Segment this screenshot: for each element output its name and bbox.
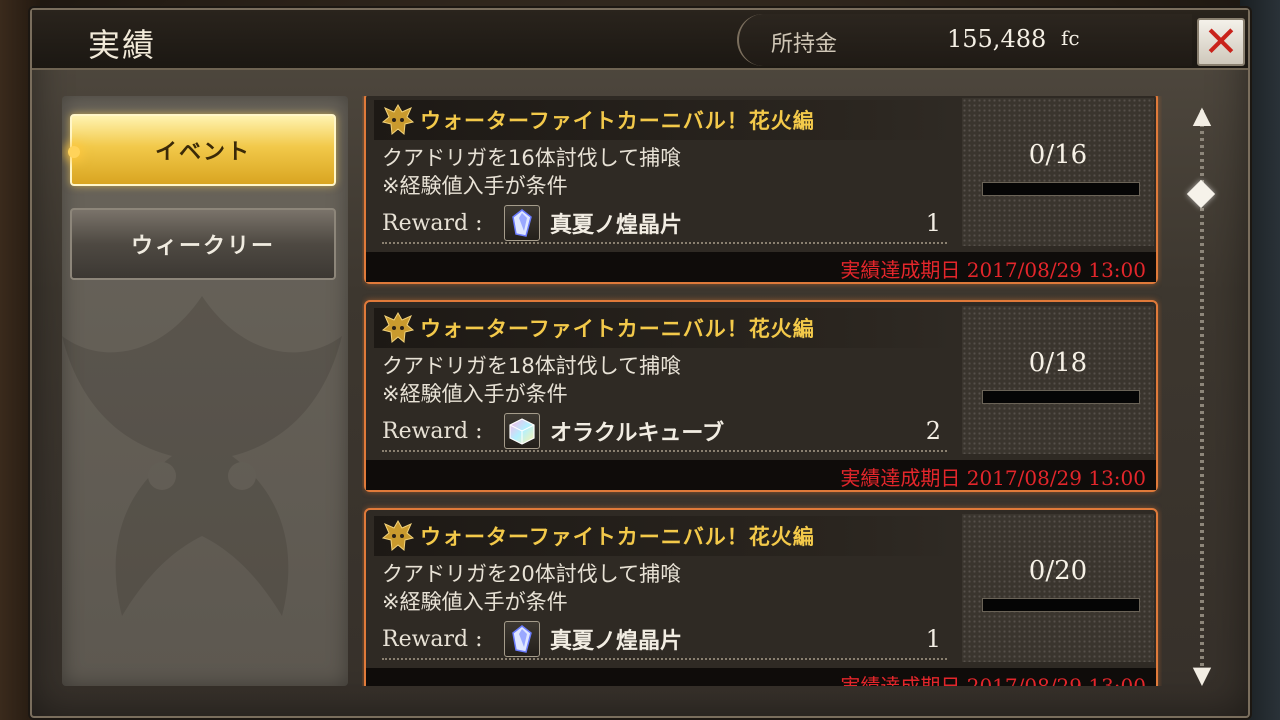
reward-label: Reward : — [382, 210, 483, 236]
achievements-window: 実績 所持金 155,488 fc ✕ イベント ウィークリー ウォーターファイ… — [30, 8, 1250, 718]
achievement-desc-note: ※経験値入手が条件 — [382, 590, 568, 614]
gold-emblem-icon — [381, 103, 415, 135]
category-sidebar: イベント ウィークリー — [62, 96, 348, 686]
reward-label: Reward : — [382, 418, 483, 444]
tab-event[interactable]: イベント — [68, 114, 336, 186]
progress-panel: 0/18 — [962, 306, 1154, 454]
money-value: 155,488 — [947, 25, 1047, 53]
reward-quantity: 2 — [925, 417, 941, 445]
tab-weekly[interactable]: ウィークリー — [70, 208, 336, 280]
scroll-down-arrow-icon[interactable]: ▼ — [1186, 662, 1218, 688]
achievement-desc-line: クアドリガを20体討伐して捕喰 — [382, 562, 682, 586]
gold-emblem-icon — [381, 311, 415, 343]
active-tab-glow-icon — [68, 146, 80, 158]
gold-emblem-icon — [381, 519, 415, 551]
reward-label: Reward : — [382, 626, 483, 652]
achievement-description: クアドリガを20体討伐して捕喰 ※経験値入手が条件 — [382, 560, 681, 616]
money-display: 所持金 155,488 fc — [737, 14, 1192, 66]
achievement-desc-note: ※経験値入手が条件 — [382, 174, 568, 198]
reward-name: 真夏ノ煌晶片 — [550, 629, 683, 654]
achievement-deadline: 実績達成期日 2017/08/29 13:00 — [840, 674, 1146, 686]
reward-row: Reward : 真夏ノ煌晶片 1 — [382, 620, 947, 660]
achievement-title-bar: ウォーターファイトカーニバル！花火編 — [374, 308, 954, 348]
achievement-deadline: 実績達成期日 2017/08/29 13:00 — [840, 258, 1146, 282]
progress-count: 0/20 — [1028, 556, 1088, 586]
achievement-footer: 実績達成期日 2017/08/29 13:00 — [366, 252, 1156, 282]
achievement-title: ウォーターファイトカーニバル！花火編 — [420, 525, 815, 549]
achievement-desc-note: ※経験値入手が条件 — [382, 382, 568, 406]
achievement-description: クアドリガを16体討伐して捕喰 ※経験値入手が条件 — [382, 144, 681, 200]
achievement-title-bar: ウォーターファイトカーニバル！花火編 — [374, 516, 954, 556]
window-title: 実績 — [88, 26, 157, 64]
achievement-title-bar: ウォーターファイトカーニバル！花火編 — [374, 100, 954, 140]
scroll-up-arrow-icon[interactable]: ▲ — [1186, 102, 1218, 128]
achievement-title: ウォーターファイトカーニバル！花火編 — [420, 317, 815, 341]
achievement-title: ウォーターファイトカーニバル！花火編 — [420, 109, 815, 133]
progress-bar — [982, 390, 1140, 404]
achievement-description: クアドリガを18体討伐して捕喰 ※経験値入手が条件 — [382, 352, 681, 408]
achievement-footer: 実績達成期日 2017/08/29 13:00 — [366, 460, 1156, 490]
achievement-deadline: 実績達成期日 2017/08/29 13:00 — [840, 466, 1146, 490]
reward-name: オラクルキューブ — [550, 421, 725, 446]
progress-panel: 0/20 — [962, 514, 1154, 662]
progress-count: 0/18 — [1028, 348, 1088, 378]
reward-quantity: 1 — [925, 209, 941, 237]
reward-row: Reward : オラクルキューブ 2 — [382, 412, 947, 452]
achievement-card: ウォーターファイトカーニバル！花火編 クアドリガを18体討伐して捕喰 ※経験値入… — [364, 300, 1158, 492]
achievement-card: ウォーターファイトカーニバル！花火編 クアドリガを16体討伐して捕喰 ※経験値入… — [364, 96, 1158, 284]
close-x-icon: ✕ — [1203, 17, 1239, 66]
progress-panel: 0/16 — [962, 98, 1154, 246]
money-unit: fc — [1061, 26, 1080, 50]
progress-count: 0/16 — [1028, 140, 1088, 170]
money-label: 所持金 — [771, 32, 838, 57]
close-button[interactable]: ✕ — [1197, 18, 1245, 66]
achievement-desc-line: クアドリガを18体討伐して捕喰 — [382, 354, 682, 378]
progress-bar — [982, 182, 1140, 196]
scrollbar-thumb[interactable] — [1186, 179, 1216, 209]
reward-quantity: 1 — [925, 625, 941, 653]
tab-event-label: イベント — [154, 140, 251, 165]
achievement-footer: 実績達成期日 2017/08/29 13:00 — [366, 668, 1156, 686]
crystal-shard-icon — [504, 205, 540, 241]
reward-name: 真夏ノ煌晶片 — [550, 213, 683, 238]
achievement-desc-line: クアドリガを16体討伐して捕喰 — [382, 146, 682, 170]
oracle-cube-icon — [504, 413, 540, 449]
dragon-emblem-icon — [62, 296, 342, 616]
reward-row: Reward : 真夏ノ煌晶片 1 — [382, 204, 947, 244]
achievement-card: ウォーターファイトカーニバル！花火編 クアドリガを20体討伐して捕喰 ※経験値入… — [364, 508, 1158, 686]
crystal-shard-icon — [504, 621, 540, 657]
achievement-list[interactable]: ウォーターファイトカーニバル！花火編 クアドリガを16体討伐して捕喰 ※経験値入… — [362, 96, 1162, 686]
progress-bar — [982, 598, 1140, 612]
tab-weekly-label: ウィークリー — [130, 234, 275, 259]
title-bar: 実績 所持金 155,488 fc ✕ — [32, 10, 1248, 70]
